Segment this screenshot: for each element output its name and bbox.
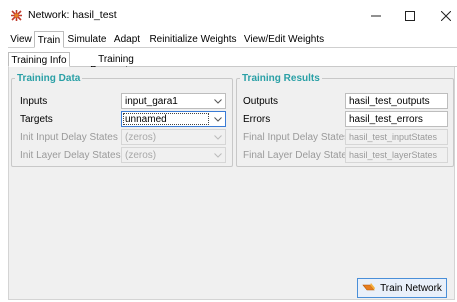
- tab-training-parameters[interactable]: Training Parameters: [71, 52, 161, 76]
- init-layer-delay-value: (zeros): [125, 150, 157, 161]
- train-network-label: Train Network: [380, 282, 442, 294]
- final-input-delay-field[interactable]: hasil_test_inputStates: [345, 129, 448, 145]
- training-data-title: Training Data: [15, 73, 83, 84]
- final-input-delay-label: Final Input Delay States: [243, 132, 350, 143]
- init-input-delay-label: Init Input Delay States: [20, 132, 118, 143]
- title-bar: Network: hasil_test: [0, 0, 457, 31]
- chevron-down-icon: [211, 148, 225, 162]
- chevron-down-icon: [211, 94, 225, 108]
- sub-tab-bar: Training Info Training Parameters: [8, 52, 457, 76]
- tab-view[interactable]: View: [8, 31, 34, 48]
- tab-training-info[interactable]: Training Info: [8, 52, 70, 67]
- outputs-field[interactable]: hasil_test_outputs: [345, 93, 448, 109]
- outputs-label: Outputs: [243, 96, 279, 107]
- errors-label: Errors: [243, 114, 271, 125]
- minimize-icon[interactable]: [362, 5, 390, 27]
- main-tab-bar: View Train Simulate Adapt Reinitialize W…: [8, 31, 457, 48]
- network-icon: [10, 9, 23, 22]
- inputs-select[interactable]: input_gara1: [121, 93, 226, 109]
- init-layer-delay-select[interactable]: (zeros): [121, 147, 226, 163]
- training-results-title: Training Results: [240, 73, 322, 84]
- train-network-button[interactable]: Train Network: [357, 278, 447, 298]
- tab-train[interactable]: Train: [34, 31, 64, 48]
- chevron-down-icon: [211, 130, 225, 144]
- final-layer-delay-label: Final Layer Delay States: [243, 150, 352, 161]
- init-layer-delay-label: Init Layer Delay States: [20, 150, 121, 161]
- init-input-delay-select[interactable]: (zeros): [121, 129, 226, 145]
- tab-reinitialize-weights[interactable]: Reinitialize Weights: [145, 31, 241, 48]
- targets-label: Targets: [20, 114, 53, 125]
- maximize-icon[interactable]: [396, 5, 424, 27]
- tab-adapt[interactable]: Adapt: [110, 31, 144, 48]
- focus-indicator: [123, 113, 209, 125]
- tab-view-edit-weights[interactable]: View/Edit Weights: [242, 31, 326, 48]
- inputs-select-value: input_gara1: [125, 96, 178, 107]
- init-input-delay-value: (zeros): [125, 132, 157, 143]
- tab-simulate[interactable]: Simulate: [65, 31, 109, 48]
- train-icon: [362, 283, 376, 291]
- errors-field[interactable]: hasil_test_errors: [345, 111, 448, 127]
- targets-select[interactable]: unnamed: [121, 111, 226, 127]
- window-title: Network: hasil_test: [28, 9, 117, 21]
- close-icon[interactable]: [432, 5, 457, 27]
- final-layer-delay-field[interactable]: hasil_test_layerStates: [345, 147, 448, 163]
- inputs-label: Inputs: [20, 96, 48, 107]
- chevron-down-icon: [211, 112, 225, 126]
